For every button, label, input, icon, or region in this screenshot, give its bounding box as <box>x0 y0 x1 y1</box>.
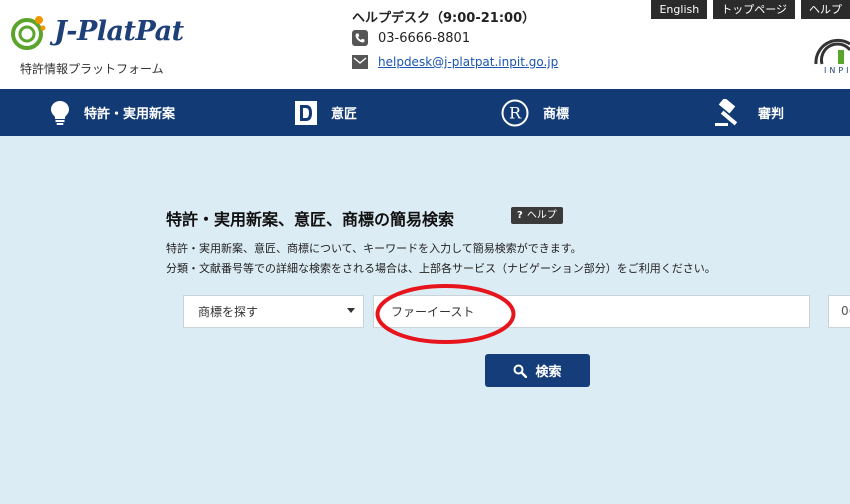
chevron-down-icon <box>347 308 355 313</box>
site-header: J-PlatPat 特許情報プラットフォーム ヘルプデスク（9:00-21:00… <box>0 0 850 89</box>
nav-item-design[interactable]: 意匠 <box>295 89 357 136</box>
description-line-2: 分類・文献番号等での詳細な検索をされる場合は、上部各サービス（ナビゲーション部分… <box>166 260 716 276</box>
question-icon: ? <box>517 210 523 221</box>
search-button[interactable]: 検索 <box>485 354 590 387</box>
nav-item-trademark[interactable]: R 商標 <box>501 89 569 136</box>
main-navigation: 特許・実用新案 意匠 R 商標 審判 <box>0 89 850 136</box>
description-line-1: 特許・実用新案、意匠、商標について、キーワードを入力して簡易検索ができます。 <box>166 240 582 256</box>
search-type-select[interactable]: 商標を探す <box>183 295 364 328</box>
logo-subtitle: 特許情報プラットフォーム <box>20 60 164 77</box>
help-link[interactable]: ヘルプ <box>801 0 850 19</box>
keyword-search-input[interactable] <box>373 295 810 328</box>
english-link[interactable]: English <box>651 0 707 19</box>
nav-label-patent: 特許・実用新案 <box>84 103 175 122</box>
nav-label-trial: 審判 <box>758 103 784 122</box>
gavel-icon <box>714 99 744 127</box>
inpit-logo[interactable]: INPIT <box>810 30 850 80</box>
help-badge-label: ヘルプ <box>527 210 557 221</box>
nav-label-design: 意匠 <box>331 103 357 122</box>
extra-input-field[interactable]: 0( <box>828 295 850 328</box>
lightbulb-icon <box>50 100 70 126</box>
search-button-label: 検索 <box>535 361 561 380</box>
inpit-label: INPIT <box>824 66 850 75</box>
nav-label-trademark: 商標 <box>543 103 569 122</box>
helpdesk-phone: 03-6666-8801 <box>378 31 470 46</box>
svg-text:R: R <box>509 103 522 122</box>
design-d-icon <box>295 101 317 125</box>
registered-r-icon: R <box>501 99 529 127</box>
nav-item-trial[interactable]: 審判 <box>714 89 784 136</box>
mail-icon <box>352 54 368 70</box>
logo-wordmark: J-PlatPat <box>54 16 184 47</box>
top-links: English トップページ ヘルプ <box>645 0 850 20</box>
search-type-selected-value: 商標を探す <box>198 303 258 320</box>
top-page-link[interactable]: トップページ <box>713 0 795 19</box>
nav-item-patent[interactable]: 特許・実用新案 <box>50 89 175 136</box>
simple-search-section: 特許・実用新案、意匠、商標の簡易検索 ? ヘルプ 特許・実用新案、意匠、商標につい… <box>0 136 850 504</box>
j-platpat-logo[interactable]: J-PlatPat 特許情報プラットフォーム <box>8 8 198 78</box>
logo-swirl-icon <box>10 12 50 52</box>
helpdesk-phone-row: 03-6666-8801 <box>352 29 470 47</box>
helpdesk-email-link[interactable]: helpdesk@j-platpat.inpit.go.jp <box>378 55 558 69</box>
help-badge-button[interactable]: ? ヘルプ <box>511 207 563 224</box>
inpit-arc-icon <box>810 30 850 66</box>
page-title: 特許・実用新案、意匠、商標の簡易検索 <box>166 206 454 230</box>
helpdesk-title: ヘルプデスク（9:00-21:00） <box>352 7 535 26</box>
helpdesk-email-row: helpdesk@j-platpat.inpit.go.jp <box>352 53 558 71</box>
search-icon <box>513 364 527 378</box>
phone-icon <box>352 30 368 46</box>
helpdesk-info: ヘルプデスク（9:00-21:00） 03-6666-8801 helpdesk… <box>352 4 642 74</box>
